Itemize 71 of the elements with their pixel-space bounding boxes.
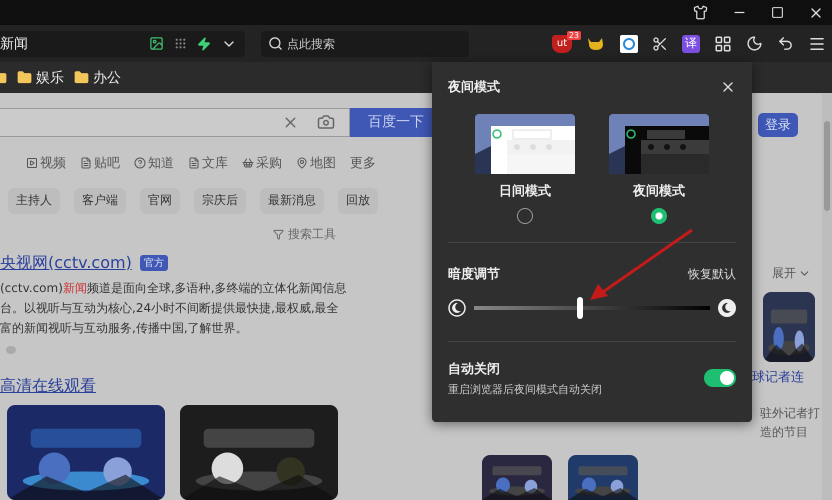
badge-count: 23 (566, 30, 581, 40)
auto-off-toggle[interactable] (704, 368, 736, 386)
expand-link[interactable]: 展开 (772, 265, 796, 282)
scissors-icon[interactable] (652, 36, 668, 52)
tab-icon (296, 156, 308, 169)
skin-icon[interactable] (693, 5, 708, 20)
panel-title: 夜间模式 (448, 78, 500, 96)
tab-icon (242, 156, 254, 169)
camera-icon[interactable] (317, 113, 335, 132)
image-icon[interactable] (149, 36, 164, 51)
scrollbar[interactable] (822, 93, 832, 500)
result-snippet: (cctv.com)新闻频道是面向全球,多语种,多终端的立体化新闻信息 (0, 280, 348, 297)
cat-icon[interactable] (586, 36, 606, 52)
suggestion-chip[interactable]: 最新消息 (260, 188, 324, 214)
mode-radio[interactable] (651, 208, 667, 224)
reset-link[interactable]: 恢复默认 (688, 266, 736, 282)
result-snippet: 台。以视听与互动为核心,24小时不间断提供最快捷,最权威,最全 (0, 300, 340, 317)
lightning-icon[interactable] (197, 36, 211, 50)
auto-off-description: 重启浏览器后夜间模式自动关闭 (448, 382, 602, 397)
bookmark-item[interactable]: 娱乐 (36, 68, 64, 86)
mode-label: 夜间模式 (633, 182, 685, 200)
tab-icon (134, 156, 146, 169)
search-tools-link[interactable]: 搜索工具 (288, 226, 336, 243)
nav-tab[interactable]: 视频 (40, 154, 66, 172)
nav-tab[interactable]: 更多 (350, 154, 376, 172)
nav-tab[interactable]: 知道 (148, 154, 174, 172)
qr-grid-icon[interactable] (174, 37, 187, 50)
side-card-description: 驻外记者打 造的节目 (759, 405, 821, 441)
address-field[interactable]: 新闻 (0, 30, 245, 56)
result-snippet: 富的新闻视听与互动服务,传播中国,了解世界。 (0, 320, 249, 337)
tab-icon (188, 156, 200, 169)
nav-tab[interactable]: 贴吧 (94, 154, 120, 172)
mode-radio[interactable] (517, 208, 533, 224)
translate-button[interactable]: 译 (682, 34, 700, 52)
search-field[interactable]: 点此搜索 (261, 30, 469, 56)
day-mode-preview[interactable] (475, 114, 575, 174)
moon-icon[interactable] (746, 35, 763, 52)
suggestion-chip[interactable]: 回放 (338, 188, 378, 214)
search-button[interactable]: 百度一下 (350, 108, 432, 137)
moon-dark-icon (718, 299, 736, 317)
slider-thumb[interactable] (577, 297, 584, 319)
suggestion-chip[interactable]: 官网 (140, 188, 180, 214)
source-icon (6, 346, 16, 354)
nav-tab[interactable]: 文库 (202, 154, 228, 172)
moon-light-icon (448, 299, 466, 317)
mode-label: 日间模式 (499, 183, 551, 200)
suggestion-chip[interactable]: 宗庆后 (194, 188, 246, 214)
auto-off-label: 自动关闭 (448, 362, 500, 377)
night-mode-preview[interactable] (609, 114, 709, 174)
login-button[interactable]: 登录 (758, 113, 798, 137)
nav-tab[interactable]: 地图 (310, 154, 336, 172)
grid-icon[interactable] (714, 34, 732, 52)
side-card-title[interactable]: 球记者连 (752, 368, 822, 386)
suggestion-chip[interactable]: 主持人 (8, 188, 60, 214)
result-title[interactable]: 央视网(cctv.com) (0, 252, 132, 274)
official-badge: 官方 (140, 255, 168, 272)
folder-icon (17, 70, 32, 85)
folder-icon (74, 70, 89, 85)
brightness-label: 暗度调节 (448, 266, 500, 283)
tab-icon (26, 156, 38, 169)
browser-logo-icon[interactable] (620, 34, 638, 52)
filter-icon (273, 228, 284, 240)
bookmark-item[interactable]: 办公 (93, 68, 121, 86)
search-input[interactable] (0, 108, 350, 137)
video-link[interactable]: 高清在线观看 (0, 376, 432, 397)
search-icon (268, 36, 283, 50)
undo-icon[interactable] (777, 35, 794, 52)
maximize-icon[interactable] (771, 6, 784, 19)
nav-tab[interactable]: 采购 (256, 154, 282, 172)
tab-icon (80, 156, 92, 169)
suggestion-chip[interactable]: 客户端 (74, 188, 126, 214)
